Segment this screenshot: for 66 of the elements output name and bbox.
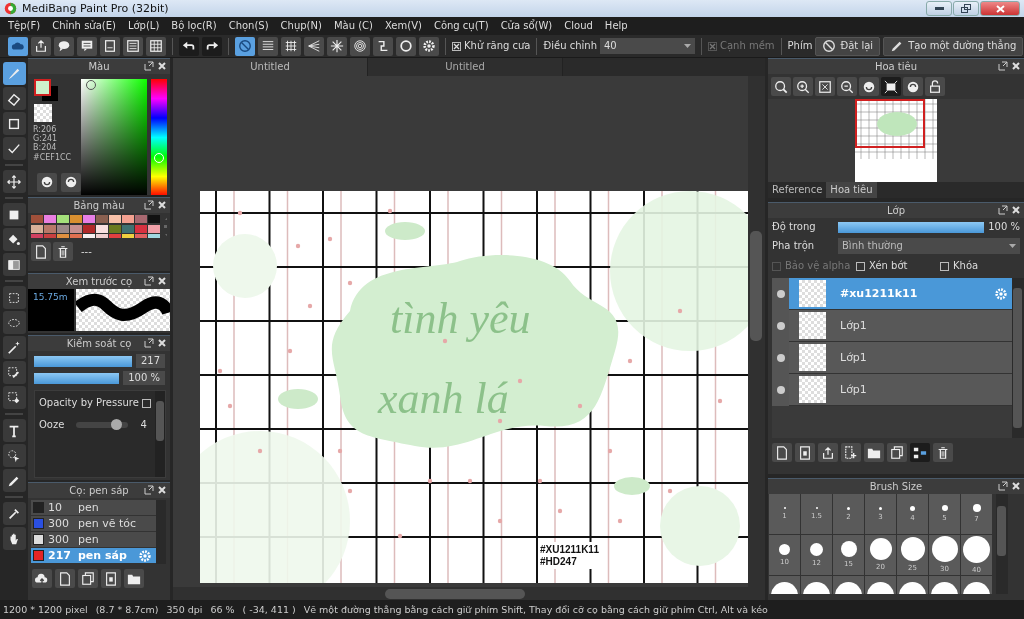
status-text: 1200 * 1200 pixel (3, 603, 88, 616)
reset-button[interactable]: Đặt lại (815, 36, 881, 56)
checkbox-label: Cạnh mềm (720, 40, 775, 52)
field-label: Pha trộn (772, 240, 816, 252)
document-tab[interactable]: Untitled (173, 58, 368, 76)
panel-title: Kiểm soát cọ (66, 337, 132, 350)
status-text: Vẽ một đường thẳng bằng cách giữ phím Shift, Thay đổi cỡ cọ bằng cách giữ phím Ctrl, Alt và kéo (303, 603, 768, 616)
brush-list-item[interactable]: 10 pen (31, 500, 156, 516)
handwritten-text: xanh lá (378, 374, 509, 423)
hashtag-text: #XU1211K11 (540, 544, 599, 555)
menu-item[interactable]: Xem(V) (378, 20, 428, 32)
status-text: (8.7 * 8.7cm) (95, 603, 159, 616)
panel-title: Xem trước cọ (65, 275, 133, 288)
handwritten-text: tình yêu (390, 294, 531, 343)
color-value: G:241 (33, 134, 59, 144)
panel-title: Brush Size (869, 480, 923, 493)
field-label: Độ trong (772, 221, 817, 233)
line-button[interactable]: Tạo một đường thẳng (883, 36, 1024, 56)
layer-row[interactable]: Lớp1 (772, 310, 1012, 342)
checkbox-label: Xén bớt (869, 260, 908, 272)
status-text: ( -34, 411 ) (242, 603, 296, 616)
panel-title: Lớp (886, 204, 905, 217)
blend-dropdown[interactable]: Bình thường (838, 238, 1020, 254)
brush-list-item[interactable]: 300 pen vẽ tóc (31, 516, 156, 532)
menu-item[interactable]: Công cụ(T) (427, 20, 495, 32)
menu-item[interactable]: Chọn(S) (222, 20, 275, 32)
layer-row[interactable]: Lớp1 (772, 342, 1012, 374)
checkbox-label: Bảo vệ alpha (785, 260, 851, 272)
menu-item[interactable]: Chỉnh sửa(E) (46, 20, 122, 32)
adjust-dropdown[interactable]: 40 (600, 38, 695, 54)
opacity-value: 100 % (988, 221, 1020, 233)
palette-name: --- (81, 245, 92, 258)
option-label: Ooze (39, 419, 65, 431)
menu-item[interactable]: Chụp(N) (274, 20, 328, 32)
option-label: Opacity by Pressure (39, 397, 139, 409)
document-tab[interactable]: Untitled (368, 58, 563, 76)
window-title: MediBang Paint Pro (32bit) (22, 1, 169, 16)
panel-title: Cọ: pen sáp (69, 484, 129, 497)
panel-tab[interactable]: Reference (768, 182, 827, 198)
field-label: Phím (787, 40, 813, 52)
panel-title: Hoa tiêu (874, 60, 918, 73)
panel-title: Bảng màu (73, 199, 125, 212)
color-value: #CEF1CC (33, 152, 73, 162)
menu-item[interactable]: Lớp(L) (121, 20, 166, 32)
menu-item[interactable]: Màu (C) (327, 20, 379, 32)
brush-size-readout: 15.75m (28, 289, 74, 331)
ooze-value: 4 (140, 419, 147, 431)
brush-list-item[interactable]: 300 pen (31, 532, 156, 548)
value-field[interactable]: 217 (135, 354, 165, 368)
checkbox-label: Khóa (953, 260, 979, 272)
menu-item[interactable]: Tệp(F) (2, 20, 47, 32)
color-value: R:206 (33, 125, 58, 134)
panel-title: Màu (88, 60, 110, 73)
menu-item[interactable]: Cloud (558, 20, 599, 32)
status-text: 66 % (210, 603, 235, 616)
color-value: B:204 (33, 143, 58, 153)
menu-item[interactable]: Bộ lọc(R) (165, 20, 223, 32)
menu-item[interactable]: Cửa sổ(W) (494, 20, 559, 32)
checkbox-label: Khử răng cưa (464, 40, 531, 52)
field-label: Điều chỉnh (543, 40, 597, 52)
layer-row[interactable]: Lớp1 (772, 374, 1012, 406)
panel-tab[interactable]: Hoa tiêu (826, 182, 877, 198)
status-text: 350 dpi (166, 603, 203, 616)
value-field[interactable]: 100 % (123, 371, 165, 385)
menu-item[interactable]: Help (598, 20, 634, 32)
hashtag-text: #HD247 (540, 556, 577, 567)
